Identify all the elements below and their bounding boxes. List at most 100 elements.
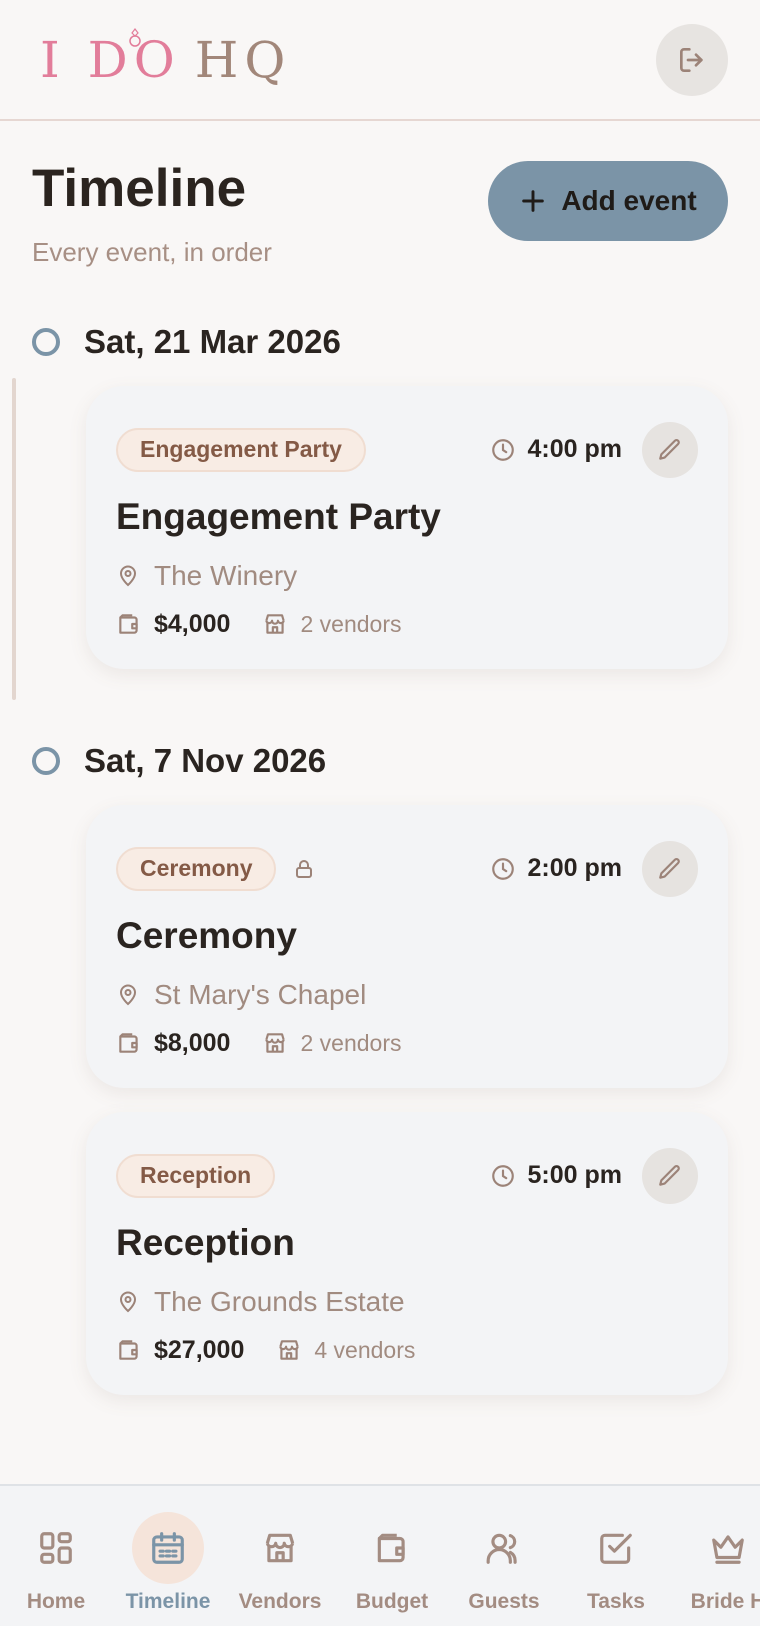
wallet-icon: [119, 614, 138, 634]
wallet-icon: [377, 1533, 405, 1563]
store-icon: [265, 614, 286, 634]
app-logo[interactable]: I DO HQ: [40, 27, 292, 89]
pencil-icon: [659, 438, 680, 460]
event-card[interactable]: Ceremony 2:00 pm Ceremony St Mary's Chap…: [86, 804, 728, 1088]
event-vendors: 2 vendors: [262, 1030, 401, 1057]
event-location: The Grounds Estate: [116, 1286, 698, 1318]
map-pin-icon: [119, 1291, 137, 1312]
nav-item-bride-hub[interactable]: Bride H: [672, 1486, 760, 1626]
checkbox-icon: [600, 1533, 632, 1564]
event-category-badge: Engagement Party: [116, 427, 366, 472]
nav-icon-wrap: [580, 1512, 652, 1584]
logo-text-primary: I DO: [40, 30, 181, 89]
event-location: The Winery: [116, 560, 698, 592]
nav-label: Home: [26, 1590, 86, 1613]
event-title: Ceremony: [116, 914, 297, 956]
nav-label: Vendors: [238, 1590, 322, 1613]
nav-label: Bride H: [690, 1590, 760, 1613]
date-header: Sat, 21 Mar 2026: [32, 322, 728, 362]
wallet-icon: [119, 1033, 138, 1053]
nav-label: Guests: [468, 1590, 540, 1613]
event-meta: $8,000 2 vendors: [116, 1029, 698, 1058]
event-time-value: 4:00 pm: [527, 435, 622, 464]
event-badges: Ceremony: [116, 846, 316, 891]
event-card-top: Engagement Party 4:00 pm: [116, 421, 698, 478]
timeline-rail: [12, 377, 16, 700]
nav-label: Timeline: [125, 1590, 211, 1613]
nav-item-guests[interactable]: Guests: [448, 1486, 560, 1626]
event-vendors: 2 vendors: [262, 611, 401, 638]
page-title: Timeline: [32, 159, 247, 218]
event-time: 4:00 pm: [490, 435, 622, 464]
nav-item-vendors[interactable]: Vendors: [224, 1486, 336, 1626]
bottom-nav: Home Timeline Vendors Budget Guests Task…: [0, 1484, 760, 1626]
ring-icon: [129, 27, 141, 47]
nav-item-home[interactable]: Home: [0, 1486, 112, 1626]
nav-icon-wrap: [244, 1512, 316, 1584]
event-budget: $4,000: [116, 610, 230, 639]
event-time: 5:00 pm: [490, 1161, 622, 1190]
nav-item-budget[interactable]: Budget: [336, 1486, 448, 1626]
store-icon: [265, 1533, 295, 1563]
event-vendors: 4 vendors: [276, 1337, 415, 1364]
map-pin-icon: [119, 565, 137, 586]
clock-icon: [491, 438, 514, 461]
event-budget: $27,000: [116, 1336, 244, 1365]
nav-icon-wrap: [20, 1512, 92, 1584]
top-header: I DO HQ: [0, 0, 760, 121]
nav-icon-wrap: [132, 1512, 204, 1584]
event-title: Engagement Party: [116, 495, 441, 537]
page-heading-group: Timeline Every event, in order: [32, 161, 272, 268]
crown-icon: [712, 1535, 744, 1564]
event-vendors-count: 2 vendors: [300, 1029, 402, 1056]
event-badges: Reception: [116, 1153, 276, 1198]
event-location-text: The Grounds Estate: [154, 1285, 405, 1317]
event-title: Reception: [116, 1221, 295, 1263]
event-location-text: The Winery: [154, 559, 298, 591]
event-meta: $4,000 2 vendors: [116, 610, 698, 639]
date-label: Sat, 21 Mar 2026: [84, 322, 341, 360]
event-meta: $27,000 4 vendors: [116, 1336, 698, 1365]
page-subtitle: Every event, in order: [32, 236, 272, 267]
edit-event-button[interactable]: [642, 421, 698, 478]
logo-text-secondary: HQ: [194, 30, 292, 89]
event-location: St Mary's Chapel: [116, 979, 698, 1011]
map-pin-icon: [119, 984, 137, 1005]
add-event-button[interactable]: Add event: [488, 161, 728, 241]
nav-label: Budget: [355, 1590, 429, 1613]
users-icon: [486, 1533, 517, 1564]
event-location-text: St Mary's Chapel: [154, 978, 367, 1010]
nav-item-timeline[interactable]: Timeline: [112, 1486, 224, 1626]
event-card[interactable]: Reception 5:00 pm Reception The Grounds …: [86, 1111, 728, 1395]
timeline-dot: [32, 746, 60, 775]
event-category-badge: Ceremony: [116, 846, 277, 891]
pencil-icon: [659, 1164, 680, 1186]
event-budget-value: $8,000: [154, 1028, 231, 1057]
event-time: 2:00 pm: [490, 854, 622, 883]
app-root: I DO HQ Timeline Every event, in order A: [0, 0, 760, 1626]
nav-icon-wrap: [468, 1512, 540, 1584]
event-card[interactable]: Engagement Party 4:00 pm Engagement Part…: [86, 385, 728, 669]
nav-item-tasks[interactable]: Tasks: [560, 1486, 672, 1626]
edit-event-button[interactable]: [642, 1147, 698, 1204]
store-icon: [279, 1340, 300, 1360]
nav-icon-wrap: [356, 1512, 428, 1584]
event-actions: 4:00 pm: [490, 421, 698, 478]
plus-icon: [522, 190, 545, 212]
event-budget-value: $4,000: [154, 609, 231, 638]
event-card-top: Reception 5:00 pm: [116, 1147, 698, 1204]
calendar-icon: [152, 1532, 184, 1564]
logout-button[interactable]: [656, 23, 728, 96]
edit-event-button[interactable]: [642, 840, 698, 897]
lock-icon: [296, 859, 313, 878]
timeline-dot: [32, 327, 60, 356]
page-header: Timeline Every event, in order Add event: [0, 121, 760, 268]
event-budget: $8,000: [116, 1029, 230, 1058]
event-vendors-count: 2 vendors: [300, 610, 402, 637]
event-time-value: 2:00 pm: [527, 854, 622, 883]
nav-icon-wrap: [692, 1512, 760, 1584]
event-vendors-count: 4 vendors: [314, 1336, 416, 1363]
date-label: Sat, 7 Nov 2026: [84, 741, 327, 779]
add-event-label: Add event: [561, 185, 697, 216]
grid-icon: [40, 1532, 72, 1564]
